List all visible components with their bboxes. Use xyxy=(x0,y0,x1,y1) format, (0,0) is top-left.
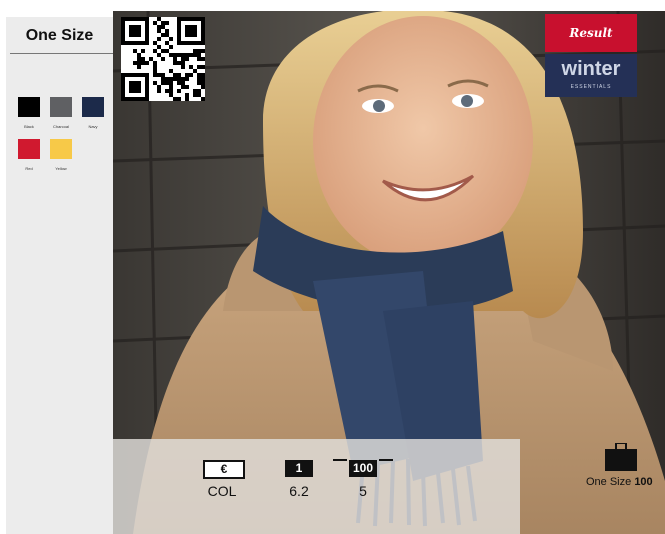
price-euro-icon: € xyxy=(203,460,245,479)
essentials-logo-text: ESSENTIALS xyxy=(570,84,612,90)
size-availability: One Size 100 xyxy=(586,476,653,488)
product-info-strip: € 1 100 COL 6.2 5 xyxy=(113,439,520,534)
divider xyxy=(10,53,113,54)
size-count: 100 xyxy=(634,476,653,488)
carton-line-left xyxy=(333,459,347,461)
options-panel: One Size Black Charcoal Navy Red Yellow xyxy=(6,17,113,534)
swatch-yellow[interactable] xyxy=(50,139,72,159)
pack-quantity-badge: 1 xyxy=(285,460,313,477)
size-label: One Size xyxy=(586,476,632,488)
carton-line-right xyxy=(379,459,393,461)
swatch-red[interactable] xyxy=(18,139,40,159)
winter-essentials-logo: winter ESSENTIALS xyxy=(545,54,637,97)
carton-value: 5 xyxy=(359,483,367,499)
qr-code-image xyxy=(121,17,205,101)
swatch-label-navy: Navy xyxy=(88,124,98,129)
brand-logos: Result winter ESSENTIALS xyxy=(545,14,637,97)
swatch-black[interactable] xyxy=(18,97,40,117)
swatch-label-yellow: Yellow xyxy=(55,166,67,171)
bag-icon xyxy=(605,443,637,471)
swatch-charcoal[interactable] xyxy=(50,97,72,117)
product-page: One Size Black Charcoal Navy Red Yellow … xyxy=(0,0,665,534)
col-label: COL xyxy=(207,483,237,499)
size-title: One Size xyxy=(25,27,94,44)
qr-code xyxy=(121,17,205,101)
winter-logo-text: winter xyxy=(561,58,621,80)
weight-value: 6.2 xyxy=(289,483,309,499)
carton-quantity-badge: 100 xyxy=(349,460,377,477)
result-logo: Result xyxy=(545,14,637,52)
swatch-navy[interactable] xyxy=(82,97,104,117)
